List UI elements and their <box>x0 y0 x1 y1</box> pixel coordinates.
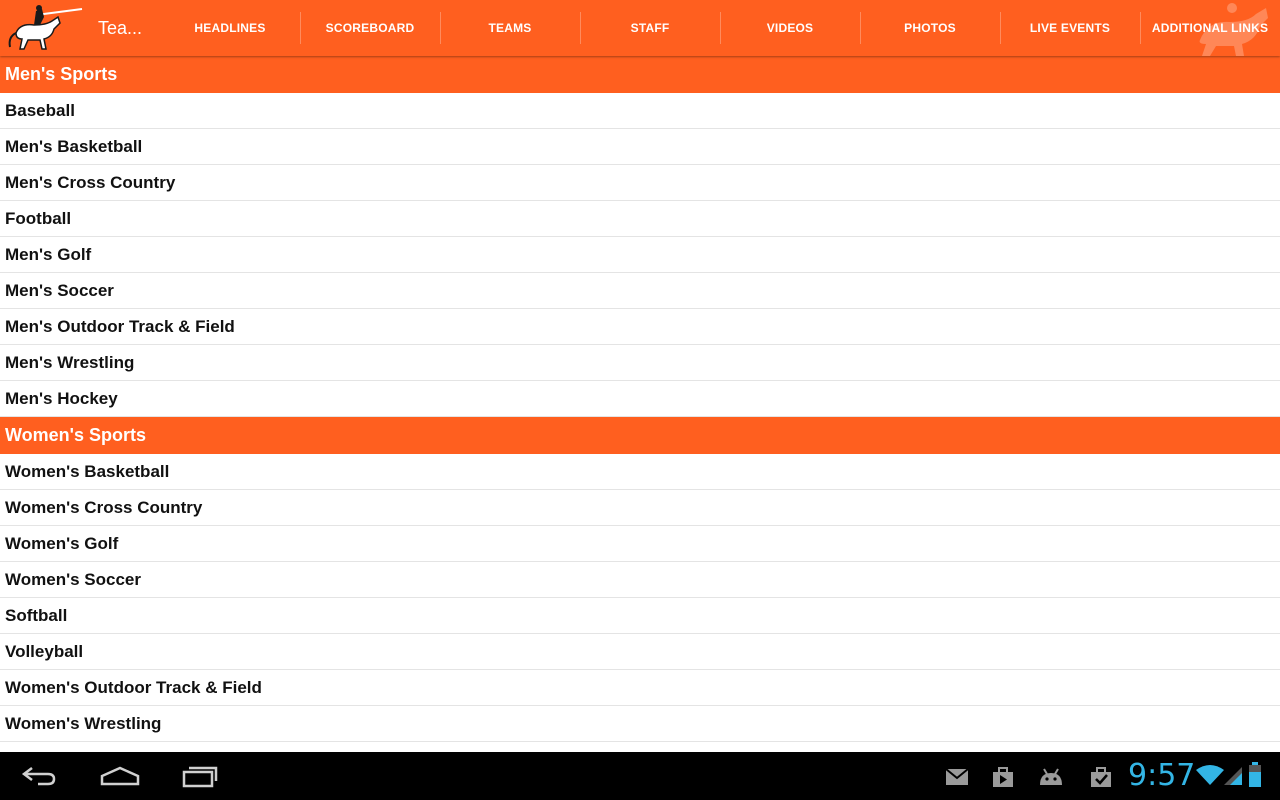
list-item[interactable]: Men's Hockey <box>0 381 1280 417</box>
list-item[interactable]: Women's Golf <box>0 526 1280 562</box>
list-item[interactable]: Women's Wrestling <box>0 706 1280 742</box>
list-item[interactable]: Men's Wrestling <box>0 345 1280 381</box>
list-item[interactable]: Women's Cross Country <box>0 490 1280 526</box>
tab-videos[interactable]: VIDEOS <box>720 0 860 56</box>
clock-text[interactable]: 9:57 <box>1128 756 1195 796</box>
list-item[interactable]: Volleyball <box>0 634 1280 670</box>
wifi-icon[interactable] <box>1196 764 1224 786</box>
tab-live-events[interactable]: LIVE EVENTS <box>1000 0 1140 56</box>
system-navigation-bar: 9:57 <box>0 752 1280 800</box>
list-item[interactable]: Baseball <box>0 93 1280 129</box>
battery-icon[interactable] <box>1248 762 1262 788</box>
navigation-tabs: HEADLINES SCOREBOARD TEAMS STAFF VIDEOS … <box>160 0 1280 56</box>
list-item[interactable]: Men's Basketball <box>0 129 1280 165</box>
section-header-mens-sports: Men's Sports <box>0 56 1280 93</box>
back-icon[interactable] <box>10 760 70 792</box>
list-item[interactable]: Women's Soccer <box>0 562 1280 598</box>
list-item[interactable]: Football <box>0 201 1280 237</box>
play-store-icon[interactable] <box>990 764 1016 790</box>
tab-scoreboard[interactable]: SCOREBOARD <box>300 0 440 56</box>
download-done-icon[interactable] <box>1088 764 1114 790</box>
list-item[interactable]: Men's Outdoor Track & Field <box>0 309 1280 345</box>
list-item[interactable]: Women's Outdoor Track & Field <box>0 670 1280 706</box>
list-item[interactable]: Men's Golf <box>0 237 1280 273</box>
recent-apps-icon[interactable] <box>170 760 230 792</box>
tab-teams[interactable]: TEAMS <box>440 0 580 56</box>
signal-icon[interactable] <box>1224 764 1244 786</box>
list-item[interactable]: Men's Soccer <box>0 273 1280 309</box>
android-icon[interactable] <box>1038 764 1064 790</box>
knight-logo-icon[interactable] <box>0 0 90 56</box>
gmail-icon[interactable] <box>944 764 970 790</box>
home-icon[interactable] <box>90 760 150 792</box>
tab-additional-links[interactable]: ADDITIONAL LINKS <box>1140 0 1280 56</box>
sports-list[interactable]: Men's Sports Baseball Men's Basketball M… <box>0 56 1280 752</box>
tab-staff[interactable]: STAFF <box>580 0 720 56</box>
tab-photos[interactable]: PHOTOS <box>860 0 1000 56</box>
section-header-womens-sports: Women's Sports <box>0 417 1280 454</box>
list-item[interactable]: Men's Cross Country <box>0 165 1280 201</box>
list-item[interactable]: Softball <box>0 598 1280 634</box>
list-item[interactable]: Women's Basketball <box>0 454 1280 490</box>
app-title[interactable]: Tea... <box>90 0 160 56</box>
tab-headlines[interactable]: HEADLINES <box>160 0 300 56</box>
action-bar: Tea... HEADLINES SCOREBOARD TEAMS STAFF … <box>0 0 1280 56</box>
